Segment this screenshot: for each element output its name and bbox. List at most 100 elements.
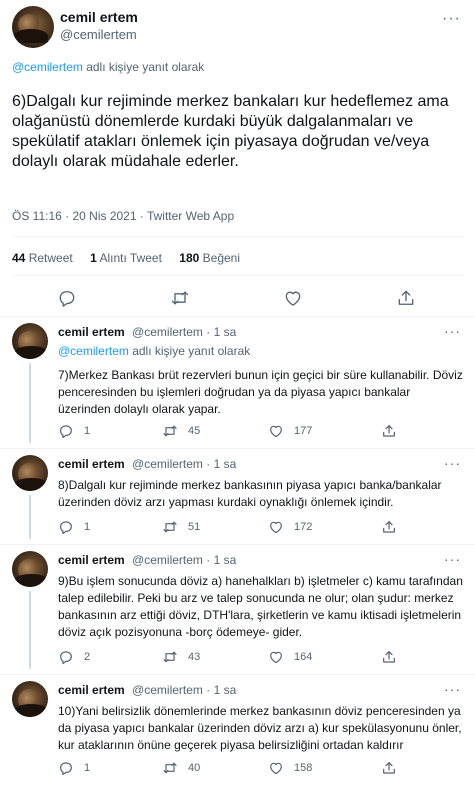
avatar[interactable] — [12, 6, 54, 48]
reply-time[interactable]: · 1 sa — [206, 325, 236, 339]
reply-tweet[interactable]: cemil ertem @cemilertem · 1 sa ··· @cemi… — [0, 317, 475, 449]
like-action[interactable]: 158 — [268, 760, 312, 776]
divider — [12, 236, 463, 237]
like-count: 172 — [294, 521, 313, 533]
author-handle[interactable]: @cemilertem — [132, 553, 203, 567]
replying-mention-link[interactable]: @cemilertem — [58, 344, 129, 358]
share-icon[interactable] — [394, 286, 418, 310]
more-options-icon[interactable]: ··· — [444, 455, 461, 471]
author-name[interactable]: cemil ertem — [58, 553, 125, 567]
reply-header: cemil ertem @cemilertem · 1 sa — [58, 457, 236, 471]
author-handle[interactable]: @cemilertem — [60, 27, 137, 42]
reply-action[interactable]: 1 — [58, 760, 90, 776]
reply-header: cemil ertem @cemilertem · 1 sa — [58, 553, 236, 567]
replying-to: @cemilertem adlı kişiye yanıt olarak — [58, 344, 250, 358]
replying-mention-link[interactable]: @cemilertem — [12, 60, 83, 74]
more-options-icon[interactable]: ··· — [444, 323, 461, 339]
like-stat-label: Beğeni — [202, 251, 241, 265]
share-icon[interactable] — [381, 649, 407, 665]
reply-tweet[interactable]: cemil ertem @cemilertem · 1 sa ··· 8)Dal… — [0, 449, 475, 545]
reply-actions: 1 45 177 — [58, 423, 408, 439]
reply-icon[interactable] — [55, 286, 79, 310]
retweet-count: 51 — [188, 521, 201, 533]
avatar[interactable] — [12, 455, 48, 491]
replying-suffix: adlı kişiye yanıt olarak — [132, 344, 251, 358]
reply-tweet[interactable]: cemil ertem @cemilertem · 1 sa ··· 10)Ya… — [0, 675, 475, 786]
retweet-action[interactable]: 40 — [162, 760, 200, 776]
share-icon[interactable] — [381, 760, 407, 776]
reply-text: 8)Dalgalı kur rejiminde merkez bankasını… — [58, 478, 442, 509]
author-name[interactable]: cemil ertem — [60, 9, 138, 25]
main-tweet: cemil ertem @cemilertem ··· @cemilertem … — [0, 0, 475, 317]
retweet-action[interactable]: 43 — [162, 649, 200, 665]
reply-text: 9)Bu işlem sonucunda döviz a) hanehalkla… — [58, 574, 463, 639]
like-count: 180 — [179, 251, 200, 265]
tweet-thread: cemil ertem @cemilertem ··· @cemilertem … — [0, 0, 475, 786]
author-name[interactable]: cemil ertem — [58, 325, 125, 339]
retweet-count: 44 — [12, 251, 26, 265]
thread-line — [29, 363, 31, 443]
main-tweet-actions — [0, 286, 475, 310]
author-name[interactable]: cemil ertem — [58, 457, 125, 471]
author-handle[interactable]: @cemilertem — [132, 683, 203, 697]
reply-count: 1 — [84, 762, 91, 774]
reply-time[interactable]: · 1 sa — [206, 683, 236, 697]
share-icon[interactable] — [381, 519, 407, 535]
retweet-count: 43 — [188, 651, 201, 663]
retweet-action[interactable]: 51 — [162, 519, 200, 535]
reply-action[interactable]: 1 — [58, 519, 90, 535]
like-count: 177 — [294, 425, 313, 437]
reply-actions: 1 51 172 — [58, 519, 408, 535]
divider — [12, 275, 463, 276]
retweet-stat[interactable]: 44 Retweet — [12, 251, 73, 265]
tweet-text: 6)Dalgalı kur rejiminde merkez bankaları… — [12, 93, 449, 170]
author-handle[interactable]: @cemilertem — [132, 325, 203, 339]
reply-icon — [60, 425, 72, 439]
like-action[interactable]: 172 — [268, 519, 312, 535]
like-icon — [270, 762, 282, 775]
reply-tweet[interactable]: cemil ertem @cemilertem · 1 sa ··· 9)Bu … — [0, 545, 475, 675]
avatar[interactable] — [12, 323, 48, 359]
tweet-timestamp[interactable]: ÖS 11:16 · 20 Nis 2021 · Twitter Web App — [12, 209, 234, 223]
like-action[interactable]: 177 — [268, 423, 312, 439]
reply-count: 1 — [84, 425, 91, 437]
like-count: 164 — [294, 651, 313, 663]
retweet-icon — [163, 651, 177, 663]
more-options-icon[interactable]: ··· — [444, 681, 461, 697]
share-icon[interactable] — [381, 423, 407, 439]
reply-icon — [60, 521, 72, 535]
like-icon — [270, 651, 282, 664]
reply-time[interactable]: · 1 sa — [206, 553, 236, 567]
reply-time[interactable]: · 1 sa — [206, 457, 236, 471]
reply-action[interactable]: 1 — [58, 423, 90, 439]
quote-stat-label: Alıntı Tweet — [99, 251, 162, 265]
quote-count: 1 — [90, 251, 97, 265]
reply-icon — [60, 762, 72, 776]
thread-line — [29, 495, 31, 539]
replying-to: @cemilertem adlı kişiye yanıt olarak — [12, 60, 204, 74]
like-icon[interactable] — [281, 286, 305, 310]
like-stat[interactable]: 180 Beğeni — [179, 251, 240, 265]
reply-action[interactable]: 2 — [58, 649, 90, 665]
reply-text: 7)Merkez Bankası brüt rezervleri bunun i… — [58, 368, 463, 416]
retweet-count: 40 — [188, 762, 201, 774]
reply-header: cemil ertem @cemilertem · 1 sa — [58, 325, 236, 339]
author-name[interactable]: cemil ertem — [58, 683, 125, 697]
quote-stat[interactable]: 1 Alıntı Tweet — [90, 251, 162, 265]
thread-line — [29, 591, 31, 669]
like-count: 158 — [294, 762, 313, 774]
replying-suffix: adlı kişiye yanıt olarak — [86, 60, 205, 74]
avatar[interactable] — [12, 551, 48, 587]
retweet-action[interactable]: 45 — [162, 423, 200, 439]
retweet-icon[interactable] — [168, 286, 192, 310]
reply-actions: 2 43 164 — [58, 649, 408, 665]
like-action[interactable]: 164 — [268, 649, 312, 665]
author-handle[interactable]: @cemilertem — [132, 457, 203, 471]
more-options-icon[interactable]: ··· — [442, 10, 461, 28]
reply-count: 2 — [84, 651, 91, 663]
reply-text: 10)Yani belirsizlik dönemlerinde merkez … — [58, 704, 462, 752]
avatar[interactable] — [12, 681, 48, 717]
like-icon — [270, 521, 282, 534]
retweet-icon — [163, 762, 177, 774]
more-options-icon[interactable]: ··· — [444, 551, 461, 567]
